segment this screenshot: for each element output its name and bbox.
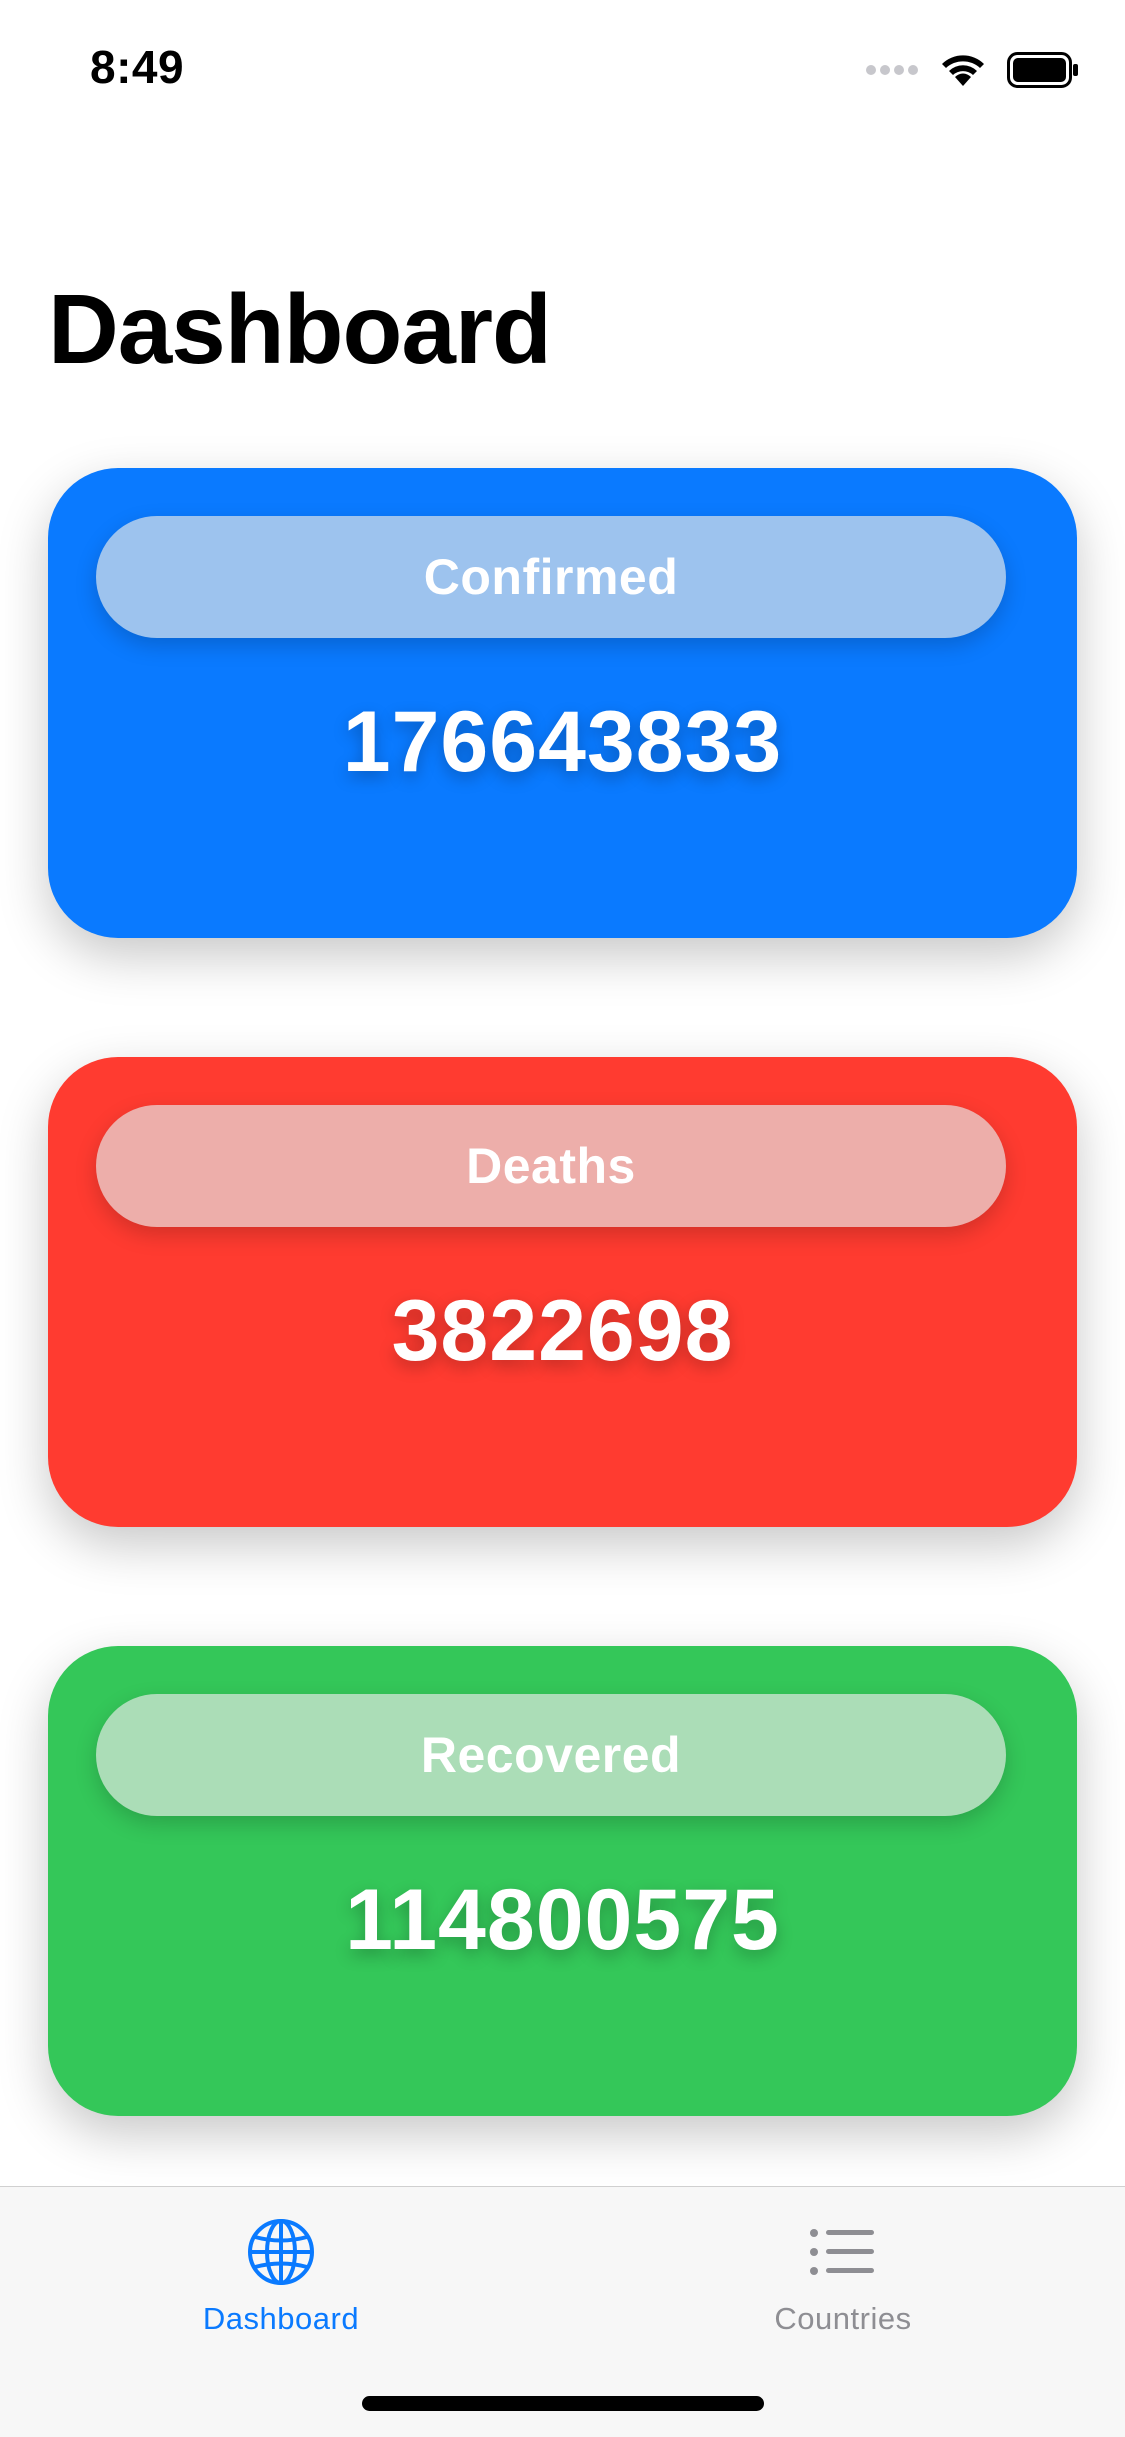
tab-countries-label: Countries xyxy=(774,2301,912,2336)
status-bar: 8:49 xyxy=(0,0,1125,140)
deaths-label-pill: Deaths xyxy=(96,1105,1006,1227)
confirmed-label: Confirmed xyxy=(423,549,679,605)
tab-dashboard-label: Dashboard xyxy=(202,2301,360,2336)
deaths-label: Deaths xyxy=(466,1138,636,1194)
recovered-value: 114800575 xyxy=(345,1872,780,1968)
page-title: Dashboard xyxy=(48,274,552,384)
recovered-label: Recovered xyxy=(420,1727,682,1783)
recovered-label-pill: Recovered xyxy=(96,1694,1006,1816)
wifi-icon xyxy=(942,55,984,86)
confirmed-value: 176643833 xyxy=(342,694,783,790)
cellular-signal-icon xyxy=(866,65,918,75)
battery-icon xyxy=(1007,52,1078,88)
tab-countries[interactable]: Countries xyxy=(683,2217,1003,2337)
confirmed-card: Confirmed 176643833 xyxy=(48,468,1077,938)
globe-icon xyxy=(248,2219,314,2285)
status-time: 8:49 xyxy=(90,41,185,93)
recovered-card: Recovered 114800575 xyxy=(48,1646,1077,2116)
confirmed-label-pill: Confirmed xyxy=(96,516,1006,638)
home-indicator xyxy=(362,2396,764,2411)
deaths-card: Deaths 3822698 xyxy=(48,1057,1077,1527)
tab-dashboard[interactable]: Dashboard xyxy=(121,2217,441,2337)
deaths-value: 3822698 xyxy=(391,1283,734,1379)
list-icon xyxy=(810,2229,874,2275)
status-icons xyxy=(865,50,1079,90)
